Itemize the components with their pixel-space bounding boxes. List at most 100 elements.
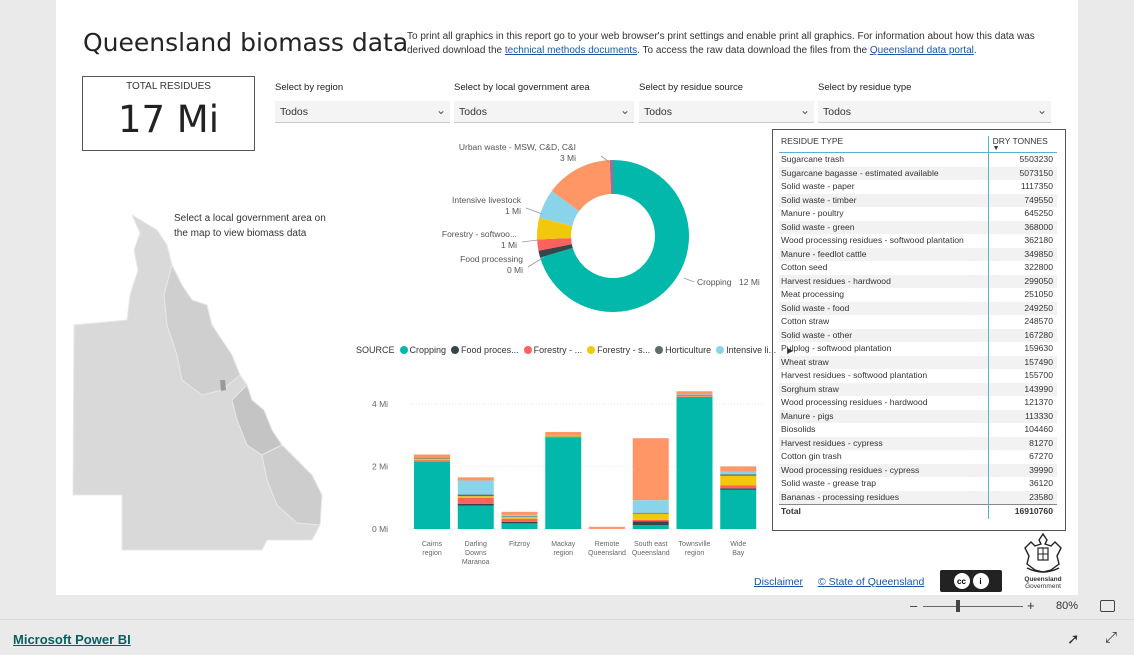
- bar-segment-horticulture[interactable]: [501, 516, 538, 518]
- bar-segment-cropping[interactable]: [720, 489, 757, 529]
- power-bi-link[interactable]: Microsoft Power BI: [13, 632, 131, 647]
- bar-segment-horticulture[interactable]: [632, 512, 669, 514]
- bar-segment-forestry-softwood-plantation[interactable]: [676, 395, 713, 397]
- bar-segment-horticulture[interactable]: [414, 457, 450, 459]
- bar-segment-cropping[interactable]: [457, 505, 494, 529]
- data-portal-link[interactable]: Queensland data portal: [870, 45, 974, 56]
- bar-segment-cropping[interactable]: [414, 461, 450, 529]
- table-row[interactable]: Solid waste - grease trap 36120: [779, 477, 1057, 491]
- technical-methods-link[interactable]: technical methods documents: [505, 45, 637, 56]
- bar-segment-forestry-softwood-plantation[interactable]: [457, 496, 494, 498]
- zoom-slider[interactable]: [923, 606, 1023, 607]
- bar-segment-intensive-livestock[interactable]: [720, 471, 757, 475]
- bar-segment-intensive-livestock[interactable]: [501, 514, 538, 517]
- table-row[interactable]: Wood processing residues - softwood plan…: [779, 234, 1057, 248]
- zoom-out-button[interactable]: –: [910, 598, 917, 613]
- table-row[interactable]: Sugarcane trash 5503230: [779, 152, 1057, 167]
- table-row[interactable]: Manure - feedlot cattle 349850: [779, 247, 1057, 261]
- table-row[interactable]: Manure - pigs 113330: [779, 409, 1057, 423]
- table-row[interactable]: Solid waste - other 167280: [779, 328, 1057, 342]
- bar-segment-intensive-livestock[interactable]: [676, 394, 713, 396]
- share-icon[interactable]: ➚: [1067, 630, 1080, 648]
- table-row[interactable]: Solid waste - timber 749550: [779, 193, 1057, 207]
- bar-segment-other[interactable]: [414, 454, 450, 457]
- legend-item-horticulture[interactable]: Horticulture: [655, 345, 711, 355]
- table-row[interactable]: Solid waste - green 368000: [779, 220, 1057, 234]
- queensland-map[interactable]: [72, 205, 332, 555]
- bar-segment-horticulture[interactable]: [457, 494, 494, 497]
- table-row[interactable]: Pulplog - softwood plantation 159630: [779, 342, 1057, 356]
- bar-segment-other[interactable]: [457, 477, 494, 481]
- legend-item-food-processing[interactable]: Food proces...: [451, 345, 519, 355]
- legend-item-intensive-livestock[interactable]: Intensive li...: [716, 345, 776, 355]
- legend-item-cropping[interactable]: Cropping: [399, 345, 446, 355]
- bar-segment-forestry-softwood-plantation[interactable]: [501, 517, 538, 519]
- region-dropdown[interactable]: Todos ⌄: [275, 101, 450, 123]
- bar-segment-other[interactable]: [501, 511, 538, 515]
- bar-segment-forestry-softwood-plantation[interactable]: [632, 513, 669, 520]
- table-row[interactable]: Wheat straw 157490: [779, 355, 1057, 369]
- bar-segment-forestry-hardwood[interactable]: [676, 396, 713, 397]
- table-row[interactable]: Cotton gin trash 67270: [779, 450, 1057, 464]
- map-region-highlight[interactable]: [220, 380, 226, 391]
- table-row[interactable]: Solid waste - food 249250: [779, 301, 1057, 315]
- bar-segment-food-processing[interactable]: [457, 503, 494, 506]
- bar-segment-forestry-hardwood[interactable]: [501, 518, 538, 522]
- table-row[interactable]: Solid waste - paper 1117350: [779, 180, 1057, 194]
- bar-segment-food-processing[interactable]: [632, 521, 669, 526]
- bar-segment-other[interactable]: [720, 466, 757, 472]
- bar-segment-intensive-livestock[interactable]: [632, 500, 669, 513]
- source-donut-chart[interactable]: Urban waste - MSW, C&D, C&I3 Mi Intensive…: [366, 132, 786, 342]
- zoom-in-button[interactable]: +: [1027, 598, 1035, 613]
- bar-segment-horticulture[interactable]: [545, 435, 582, 437]
- residue-source-dropdown[interactable]: Todos ⌄: [639, 101, 814, 123]
- table-row[interactable]: Sorghum straw 143990: [779, 382, 1057, 396]
- legend-item-forestry-softwood[interactable]: Forestry - s...: [587, 345, 650, 355]
- bar-segment-cropping[interactable]: [545, 437, 582, 529]
- region-stacked-bar-chart[interactable]: 0 Mi 2 Mi 4 Mi Cairns region Darling Downs Mara…: [352, 385, 762, 575]
- zoom-slider-handle[interactable]: [956, 600, 960, 612]
- legend-item-forestry-hardwood[interactable]: Forestry - ...: [523, 345, 582, 355]
- bar-segment-food-processing[interactable]: [720, 488, 757, 490]
- table-row[interactable]: Wood processing residues - cypress 39990: [779, 463, 1057, 477]
- table-row[interactable]: Sugarcane bagasse - estimated available 5…: [779, 166, 1057, 180]
- bar-segment-horticulture[interactable]: [720, 474, 757, 476]
- table-row[interactable]: Harvest residues - hardwood 299050: [779, 274, 1057, 288]
- table-row[interactable]: Cotton seed 322800: [779, 261, 1057, 275]
- bar-segment-other[interactable]: [632, 438, 669, 501]
- table-row[interactable]: Meat processing 251050: [779, 288, 1057, 302]
- column-header-residue-type[interactable]: RESIDUE TYPE: [779, 136, 989, 153]
- bar-segment-intensive-livestock[interactable]: [414, 457, 450, 458]
- disclaimer-link[interactable]: Disclaimer: [754, 576, 803, 588]
- bar-segment-cropping[interactable]: [676, 396, 713, 529]
- column-header-dry-tonnes[interactable]: DRY TONNES ▼: [987, 136, 1057, 153]
- table-row[interactable]: Harvest residues - softwood plantation 15…: [779, 369, 1057, 383]
- fit-to-page-icon[interactable]: [1100, 600, 1115, 612]
- table-row[interactable]: Manure - poultry 645250: [779, 207, 1057, 221]
- bar-segment-forestry-hardwood[interactable]: [414, 460, 450, 462]
- bar-segment-forestry-softwood-plantation[interactable]: [545, 436, 582, 437]
- bar-segment-other[interactable]: [676, 391, 713, 395]
- table-row[interactable]: Wood processing residues - hardwood 12137…: [779, 396, 1057, 410]
- residue-type-dropdown[interactable]: Todos ⌄: [818, 101, 1051, 123]
- bar-segment-other[interactable]: [589, 526, 625, 529]
- bar-segment-forestry-softwood-plantation[interactable]: [414, 458, 450, 461]
- bar-segment-forestry-softwood-plantation[interactable]: [720, 475, 757, 486]
- lga-dropdown[interactable]: Todos ⌄: [454, 101, 634, 123]
- table-row[interactable]: Biosolids 104460: [779, 423, 1057, 437]
- bar-segment-intensive-livestock[interactable]: [545, 435, 582, 436]
- bar-segment-cropping[interactable]: [632, 525, 669, 529]
- bar-segment-cropping[interactable]: [501, 523, 538, 529]
- bar-segment-forestry-hardwood[interactable]: [457, 497, 494, 504]
- bar-segment-forestry-hardwood[interactable]: [632, 519, 669, 522]
- bar-segment-forestry-hardwood[interactable]: [545, 436, 582, 438]
- copyright-link[interactable]: © State of Queensland: [818, 576, 924, 588]
- creative-commons-badge[interactable]: cc i: [940, 570, 1002, 592]
- table-row[interactable]: Harvest residues - cypress 81270: [779, 436, 1057, 450]
- table-row[interactable]: Bananas - processing residues 23580: [779, 490, 1057, 505]
- bar-segment-horticulture[interactable]: [676, 395, 713, 396]
- fullscreen-icon[interactable]: ⤢: [1105, 629, 1117, 646]
- bar-segment-other[interactable]: [545, 431, 582, 436]
- table-row[interactable]: Cotton straw 248570: [779, 315, 1057, 329]
- bar-segment-forestry-hardwood[interactable]: [720, 485, 757, 489]
